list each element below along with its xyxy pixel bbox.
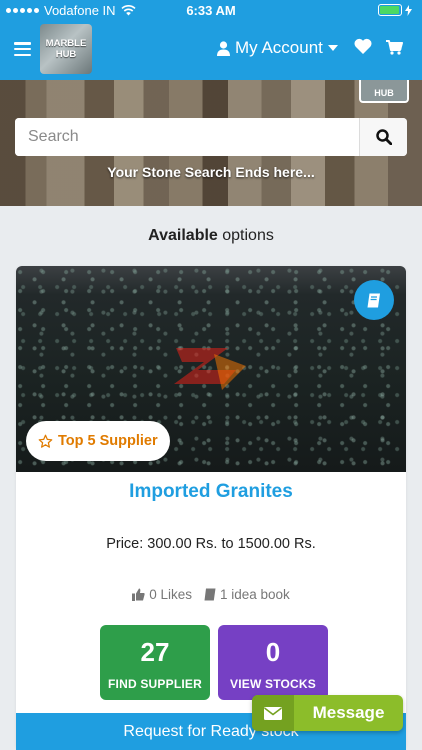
my-account-label: My Account <box>235 38 323 57</box>
product-meta: 0 Likes 1 idea book <box>16 587 406 602</box>
cart-icon[interactable] <box>386 40 403 60</box>
search-icon <box>375 129 392 145</box>
battery-icon <box>378 4 402 16</box>
idea-book-icon <box>204 588 216 601</box>
add-to-idea-book-button[interactable] <box>354 280 394 320</box>
app-header: MARBLE HUB My Account <box>0 22 422 80</box>
idea-book-label: 1 idea book <box>219 587 290 602</box>
user-icon <box>217 40 230 56</box>
stocks-count: 0 <box>265 637 281 667</box>
hero-tagline: Your Stone Search Ends here... <box>107 164 315 180</box>
battery-fill <box>380 6 399 14</box>
search-button[interactable] <box>359 118 407 156</box>
brand-watermark <box>174 348 246 390</box>
section-title-bold: Available <box>148 227 218 244</box>
logo-line1: MARBLE <box>45 37 87 49</box>
likes-label: 0 Likes <box>149 587 192 602</box>
section-title: Available options <box>0 227 422 245</box>
find-supplier-button[interactable]: 27 FIND SUPPLIER <box>100 625 210 700</box>
battery-indicator <box>378 4 412 16</box>
caret-down-icon <box>327 45 338 51</box>
menu-icon[interactable] <box>14 42 31 56</box>
suppliers-count: 27 <box>140 637 170 667</box>
charging-icon <box>405 4 412 16</box>
envelope-icon <box>252 695 294 731</box>
star-icon <box>38 434 53 448</box>
view-stocks-button[interactable]: 0 VIEW STOCKS <box>218 625 328 700</box>
status-time: 6:33 AM <box>186 3 236 18</box>
message-label: Message <box>312 703 385 722</box>
view-stocks-label: VIEW STOCKS <box>230 677 316 691</box>
product-price: Price: 300.00 Rs. to 1500.00 Rs. <box>106 536 316 552</box>
find-supplier-label: FIND SUPPLIER <box>108 677 202 691</box>
product-title[interactable]: Imported Granites <box>16 481 406 503</box>
book-icon <box>367 293 380 307</box>
thumbs-up-icon <box>132 588 145 601</box>
product-card[interactable]: Top 5 Supplier Imported Granites Price: … <box>16 266 406 750</box>
logo-line2: HUB <box>55 49 77 60</box>
badge-label: Top 5 Supplier <box>58 433 158 449</box>
message-button[interactable]: Message <box>252 695 403 731</box>
heart-icon[interactable] <box>354 38 372 59</box>
search-input[interactable] <box>15 118 359 156</box>
likes-count[interactable]: 0 Likes <box>132 587 192 602</box>
product-image[interactable]: Top 5 Supplier <box>16 266 406 472</box>
section-title-rest: options <box>217 227 274 244</box>
hero-banner: HUB Your Stone Search Ends here... <box>0 80 422 206</box>
hero-logo: HUB <box>359 80 409 103</box>
my-account-menu[interactable]: My Account <box>217 38 338 58</box>
idea-book-count[interactable]: 1 idea book <box>204 587 290 602</box>
search-bar <box>15 118 407 156</box>
top-supplier-badge: Top 5 Supplier <box>26 421 170 461</box>
marble-hub-logo[interactable]: MARBLE HUB <box>40 24 92 74</box>
status-bar: Vodafone IN 6:33 AM <box>0 0 422 22</box>
